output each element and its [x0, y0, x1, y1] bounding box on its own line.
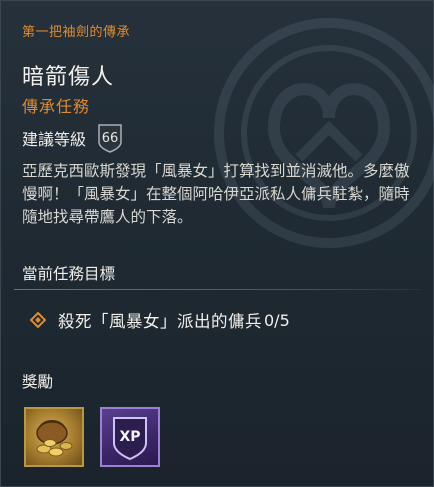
reward-drachmae[interactable] — [24, 407, 84, 467]
level-value: 66 — [101, 130, 119, 146]
rewards-header: 獎勵 — [22, 373, 54, 391]
objective-text: 殺死「風暴女」派出的傭兵 — [58, 312, 262, 331]
diamond-icon — [30, 312, 46, 328]
objective-item[interactable]: 殺死「風暴女」派出的傭兵 0/5 — [30, 308, 290, 332]
objectives-header: 當前任務目標 — [22, 265, 116, 283]
quest-type-label: 傳承任務 — [22, 97, 91, 116]
quest-description: 亞歷克西歐斯發現「風暴女」打算找到並消滅他。多麼傲慢啊！「風暴女」在整個阿哈伊亞… — [22, 162, 410, 226]
recommended-level-label: 建議等級 — [22, 130, 87, 149]
quest-title: 暗箭傷人 — [22, 65, 115, 90]
legacy-arc-label: 第一把袖劍的傳承 — [22, 25, 131, 40]
recommended-level-row: 建議等級 66 — [22, 122, 124, 154]
drachmae-pouch-icon — [36, 420, 73, 457]
objective-progress: 0/5 — [264, 310, 290, 330]
objectives-divider — [14, 289, 420, 290]
reward-xp[interactable]: XP — [100, 407, 160, 467]
quest-panel: 第一把袖劍的傳承 暗箭傷人 傳承任務 建議等級 66 亞歷克西歐斯發現「風暴女」… — [0, 0, 434, 487]
level-badge: 66 — [96, 122, 124, 154]
xp-label: XP — [119, 429, 141, 445]
